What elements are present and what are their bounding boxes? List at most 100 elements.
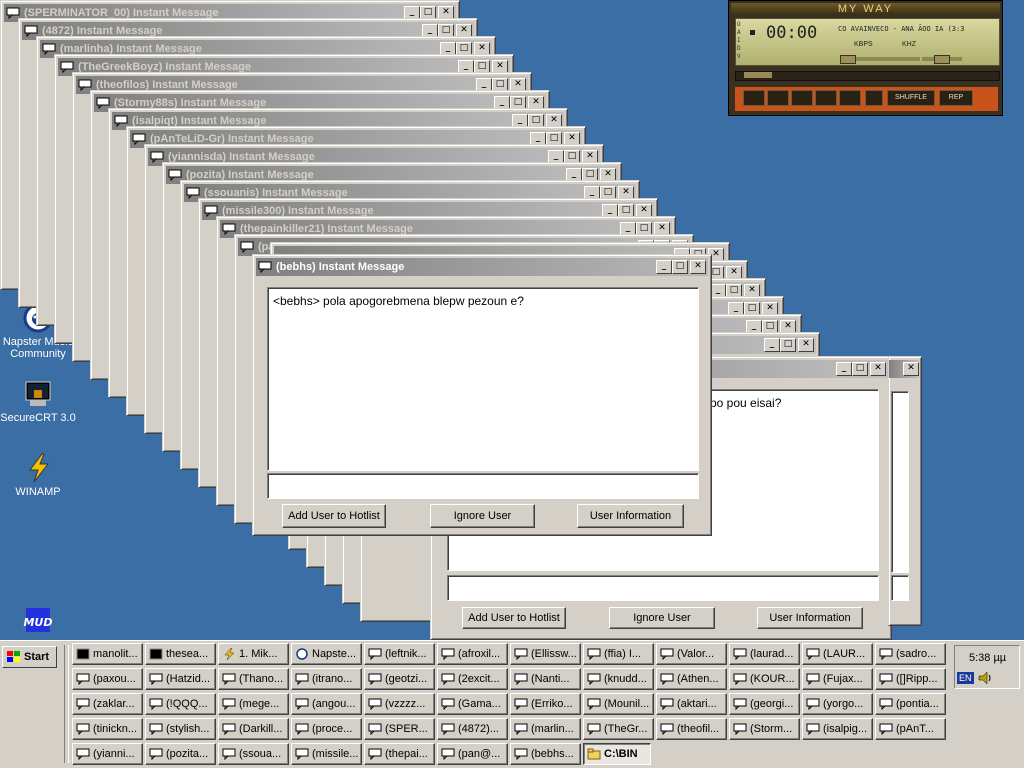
taskbar-button[interactable]: ([]Ripp... (875, 668, 946, 690)
taskbar-button[interactable]: (Storm... (729, 718, 800, 740)
taskbar-button[interactable]: (LAUR... (802, 643, 873, 665)
taskbar-button[interactable]: (pAnT... (875, 718, 946, 740)
clock[interactable]: 5:38 µµ (969, 652, 1006, 664)
taskbar-button[interactable]: (Gama... (437, 693, 508, 715)
active-im-window[interactable]: (bebhs) Instant Message _ □ ✕ <bebhs> po… (252, 254, 712, 536)
start-button[interactable]: Start (2, 646, 57, 668)
user-information-button[interactable]: User Information (577, 504, 684, 528)
volume-icon[interactable] (977, 670, 993, 689)
taskbar-button[interactable]: (aktari... (656, 693, 727, 715)
taskbar-button[interactable]: (Thano... (218, 668, 289, 690)
taskbar-button[interactable]: (laurad... (729, 643, 800, 665)
balance-handle[interactable] (934, 55, 950, 64)
taskbar-button[interactable]: manolit... (72, 643, 143, 665)
message-input[interactable] (267, 473, 699, 499)
taskbar-button[interactable]: (proce... (291, 718, 362, 740)
desktop-icon-mud[interactable]: MUD (0, 604, 76, 638)
taskbar-button[interactable]: (Darkill... (218, 718, 289, 740)
taskbar-button[interactable]: (knudd... (583, 668, 654, 690)
taskbar-button[interactable]: (!QQQ... (145, 693, 216, 715)
taskbar-button[interactable]: (itrano... (291, 668, 362, 690)
maximize-icon[interactable]: □ (852, 362, 868, 376)
taskbar-button[interactable]: (Mounil... (583, 693, 654, 715)
maximize-icon[interactable]: □ (780, 338, 796, 352)
eject-button[interactable] (865, 90, 883, 106)
taskbar-button[interactable]: (marlin... (510, 718, 581, 740)
taskbar-button[interactable]: (tinickn... (72, 718, 143, 740)
next-button[interactable] (839, 90, 861, 106)
taskbar-button[interactable]: (Ellissw... (510, 643, 581, 665)
minimize-icon[interactable]: _ (656, 260, 672, 274)
taskbar-button[interactable]: (missile... (291, 743, 362, 765)
taskbar-button[interactable]: (sadro... (875, 643, 946, 665)
taskbar-button[interactable]: (mege... (218, 693, 289, 715)
add-to-hotlist-button[interactable]: Add User to Hotlist (282, 504, 386, 528)
maximize-icon[interactable]: □ (672, 260, 688, 274)
desktop-icon-winamp[interactable]: WINAMP (0, 452, 76, 498)
volume-handle[interactable] (840, 55, 856, 64)
taskbar-button[interactable]: (pozita... (145, 743, 216, 765)
language-indicator[interactable]: EN (957, 672, 974, 684)
taskbar-button[interactable]: (pan@... (437, 743, 508, 765)
shuffle-button[interactable]: SHUFFLE (887, 90, 935, 106)
taskbar-button[interactable]: (georgi... (729, 693, 800, 715)
close-icon[interactable]: ✕ (690, 260, 706, 274)
taskbar-button[interactable]: (Erriko... (510, 693, 581, 715)
winamp-titlebar[interactable]: MY WAY (731, 3, 1000, 15)
pause-button[interactable] (791, 90, 813, 106)
taskbar-button[interactable]: (thepai... (364, 743, 435, 765)
taskbar-button[interactable]: (stylish... (145, 718, 216, 740)
taskbar-button[interactable]: (yianni... (72, 743, 143, 765)
taskbar-button[interactable]: 1. Mik... (218, 643, 289, 665)
taskbar-button-folder[interactable]: C:\BIN (583, 743, 651, 765)
taskbar-button[interactable]: (geotzi... (364, 668, 435, 690)
back-user-information-button[interactable]: User Information (757, 607, 863, 629)
message-history[interactable]: <bebhs> pola apogorebmena blepw pezoun e… (267, 287, 699, 471)
taskbar-button[interactable]: (Valor... (656, 643, 727, 665)
taskbar-button[interactable]: (Nanti... (510, 668, 581, 690)
minimize-icon[interactable]: _ (836, 362, 852, 376)
taskbar-button[interactable]: (yorgo... (802, 693, 873, 715)
taskbar-button[interactable]: (afroxil... (437, 643, 508, 665)
taskbar-button[interactable]: (ffia) I... (583, 643, 654, 665)
close-icon[interactable]: ✕ (903, 362, 919, 376)
repeat-button[interactable]: REP (939, 90, 973, 106)
stop-button[interactable] (815, 90, 837, 106)
taskbar-button[interactable]: (KOUR... (729, 668, 800, 690)
ignore-user-button[interactable]: Ignore User (430, 504, 535, 528)
back-input-field[interactable] (447, 575, 879, 601)
taskbar-button[interactable]: Napste... (291, 643, 362, 665)
taskbar-button[interactable]: (theofil... (656, 718, 727, 740)
taskbar-button[interactable]: (bebhs... (510, 743, 581, 765)
volume-slider[interactable] (840, 55, 920, 64)
winamp-player[interactable]: MY WAY OAIDV 00:00 CO AVAINVECO - ANA ÃO… (728, 0, 1003, 116)
back-add-hotlist-button[interactable]: Add User to Hotlist (462, 607, 566, 629)
taskbar-button[interactable]: (angou... (291, 693, 362, 715)
taskbar-button[interactable]: (SPER... (364, 718, 435, 740)
play-button[interactable] (767, 90, 789, 106)
taskbar-button[interactable]: (vzzzz... (364, 693, 435, 715)
minimize-icon[interactable]: _ (764, 338, 780, 352)
seek-handle[interactable] (744, 72, 772, 78)
taskbar-button[interactable]: (zaklar... (72, 693, 143, 715)
taskbar-button[interactable]: (ssoua... (218, 743, 289, 765)
desktop-icon-securecrt[interactable]: SecureCRT 3.0 (0, 378, 76, 424)
taskbar-button[interactable]: (Athen... (656, 668, 727, 690)
close-icon[interactable]: ✕ (798, 338, 814, 352)
seek-bar[interactable] (735, 71, 1000, 81)
taskbar-button[interactable]: (leftnik... (364, 643, 435, 665)
taskbar-button[interactable]: (TheGr... (583, 718, 654, 740)
taskbar-button[interactable]: (4872)... (437, 718, 508, 740)
taskbar-button[interactable]: (Hatzid... (145, 668, 216, 690)
taskbar-button[interactable]: (isalpig... (802, 718, 873, 740)
taskbar-button[interactable]: (Fujax... (802, 668, 873, 690)
balance-slider[interactable] (922, 55, 962, 64)
taskbar-button[interactable]: (pontia... (875, 693, 946, 715)
taskbar-button[interactable]: (2excit... (437, 668, 508, 690)
prev-button[interactable] (743, 90, 765, 106)
active-window-titlebar[interactable]: (bebhs) Instant Message _ □ ✕ (256, 258, 708, 276)
back-ignore-user-button[interactable]: Ignore User (609, 607, 715, 629)
taskbar-button[interactable]: (paxou... (72, 668, 143, 690)
close-icon[interactable]: ✕ (870, 362, 886, 376)
taskbar-button[interactable]: thesea... (145, 643, 216, 665)
